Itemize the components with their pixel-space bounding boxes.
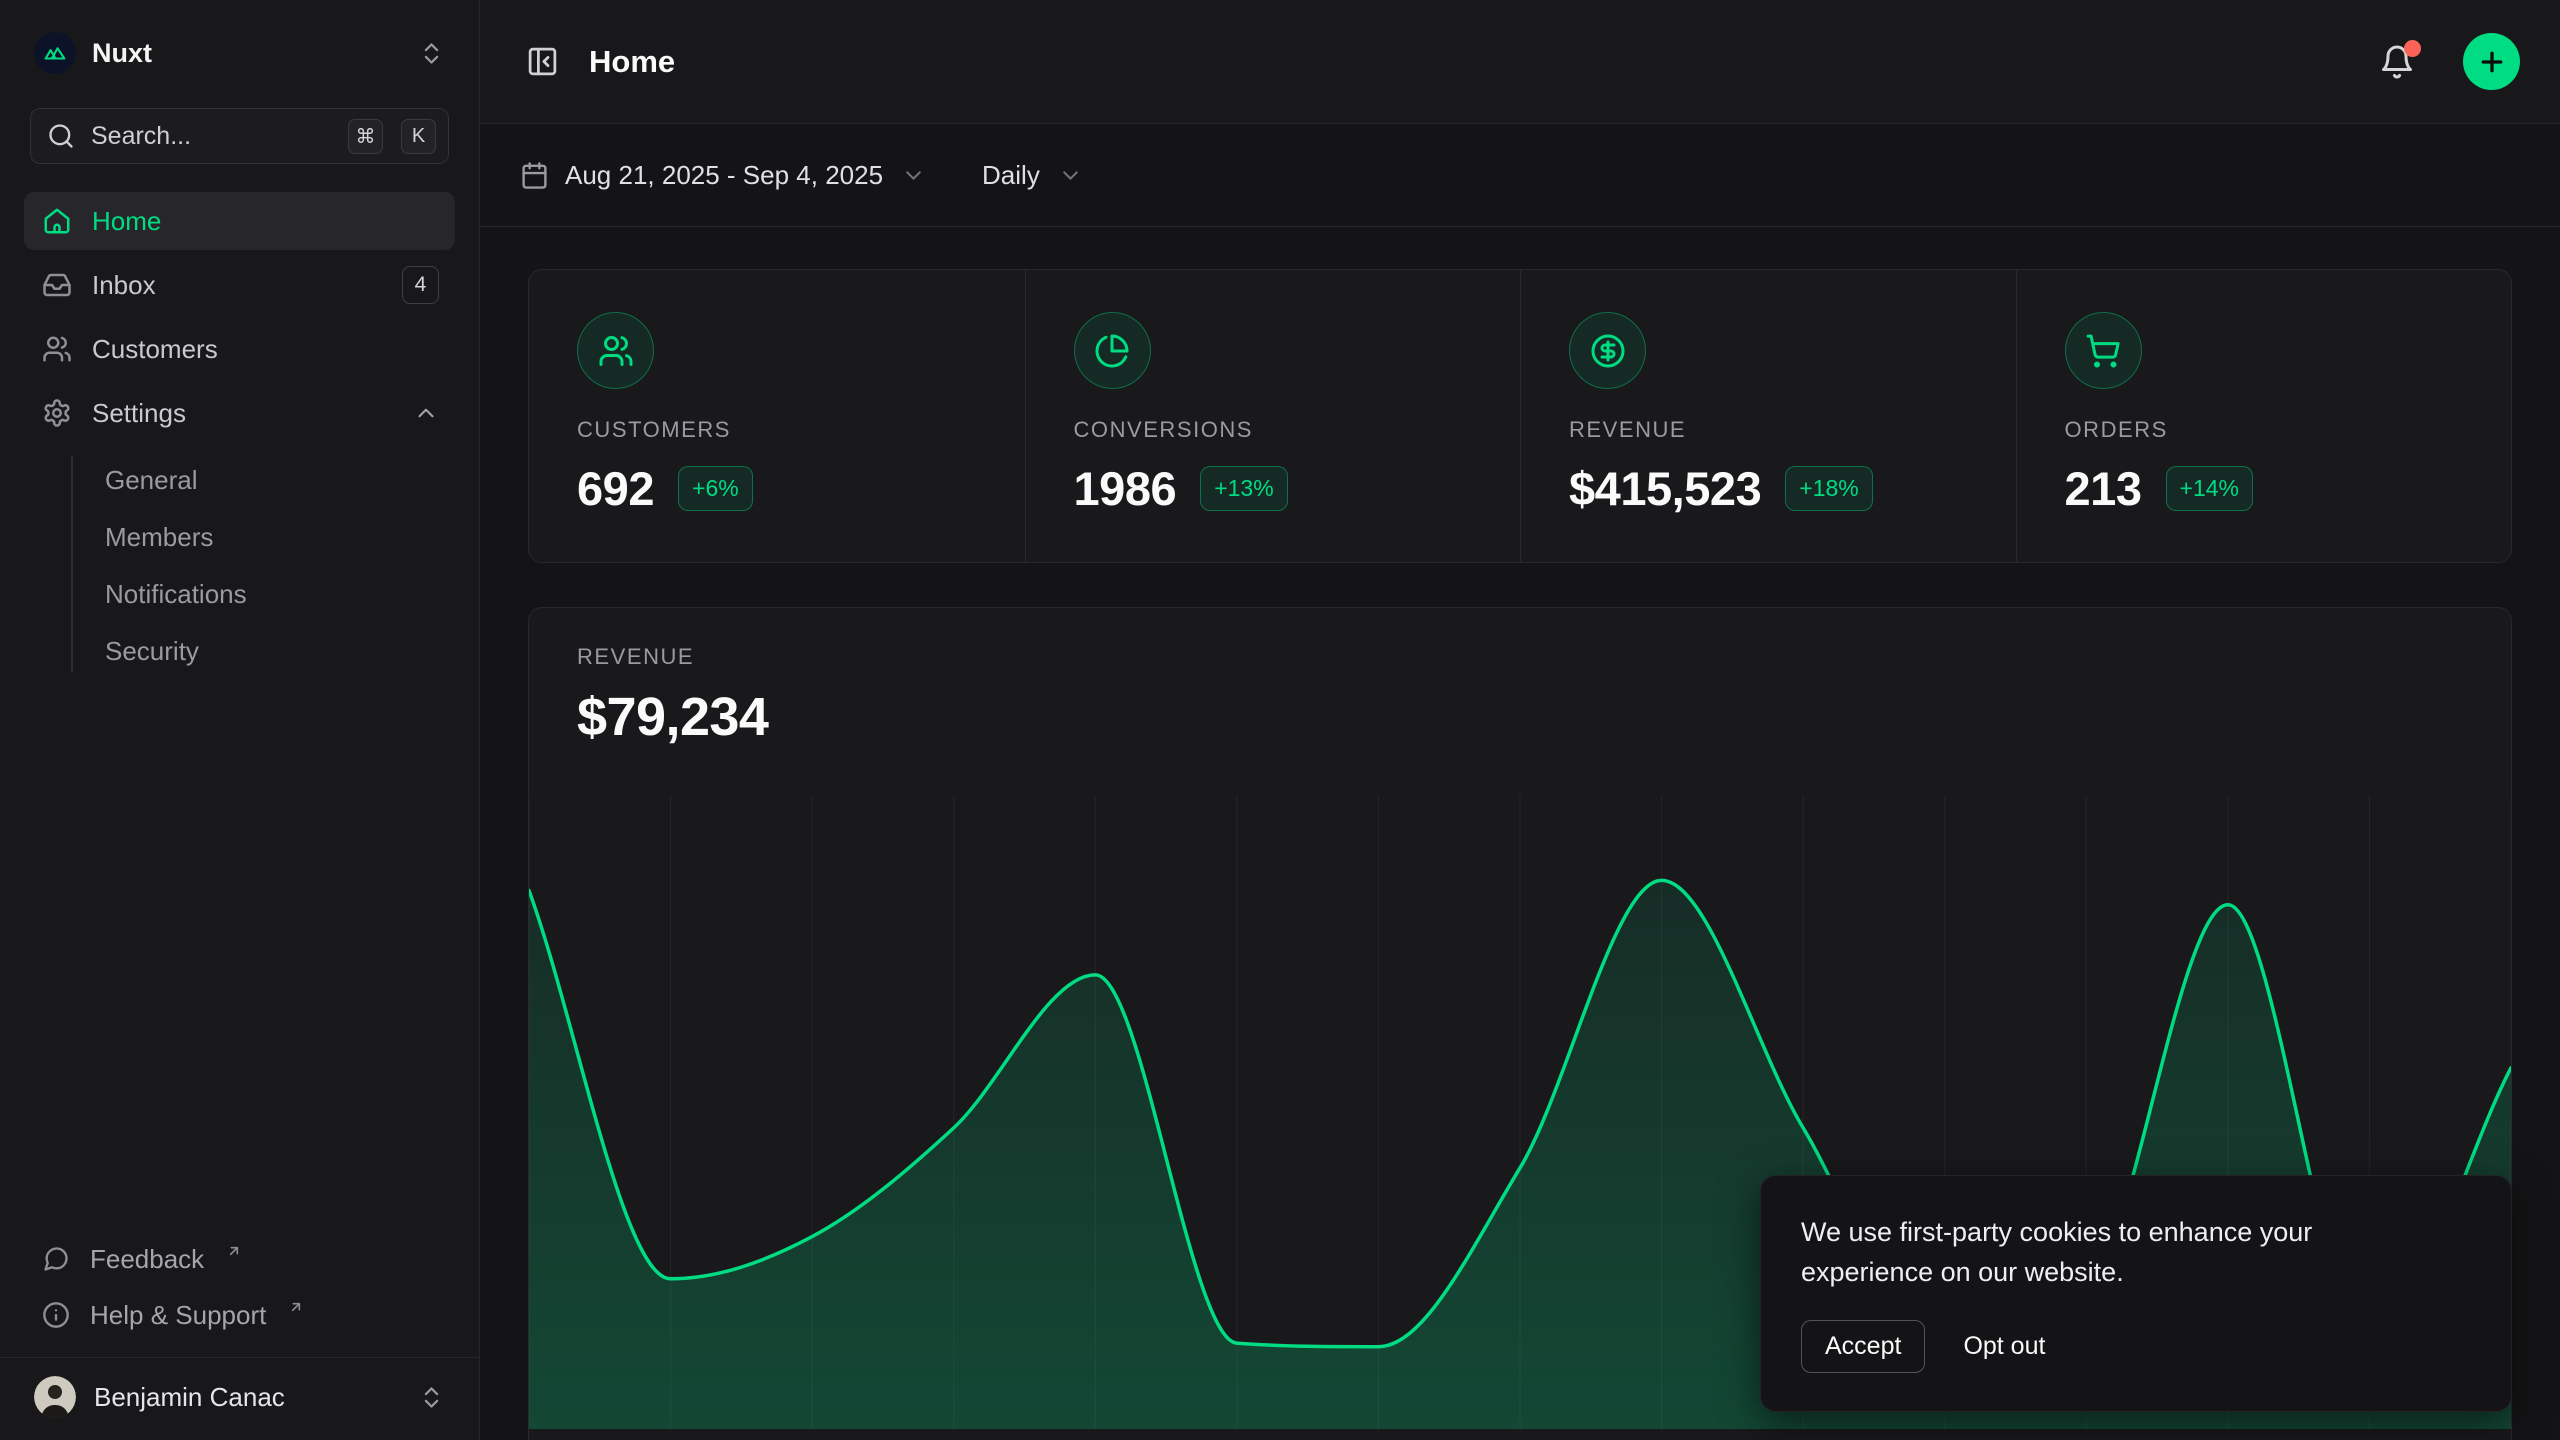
help-support-link[interactable]: Help & Support bbox=[24, 1287, 455, 1343]
inbox-count-badge: 4 bbox=[402, 266, 439, 304]
avatar bbox=[34, 1376, 76, 1418]
stat-label: CONVERSIONS bbox=[1074, 417, 1473, 443]
sidebar-item-inbox[interactable]: Inbox 4 bbox=[24, 256, 455, 314]
stat-delta-badge: +13% bbox=[1200, 466, 1287, 511]
period-label: Daily bbox=[982, 160, 1040, 191]
sidebar-item-settings[interactable]: Settings bbox=[24, 384, 455, 442]
stat-revenue: REVENUE $415,523 +18% bbox=[1520, 270, 2016, 562]
sidebar: Nuxt Search... ⌘ K Home bbox=[0, 0, 480, 1440]
calendar-icon bbox=[520, 161, 549, 190]
workspace-name: Nuxt bbox=[92, 38, 402, 69]
add-button[interactable] bbox=[2463, 33, 2520, 90]
stat-delta-badge: +6% bbox=[678, 466, 753, 511]
revenue-chart-value: $79,234 bbox=[577, 686, 2463, 748]
sidebar-item-general[interactable]: General bbox=[24, 452, 455, 509]
settings-subnav: General Members Notifications Security bbox=[24, 448, 455, 682]
chevrons-up-down-icon bbox=[418, 1384, 445, 1411]
pie-chart-icon bbox=[1074, 312, 1151, 389]
cookie-banner: We use first-party cookies to enhance yo… bbox=[1760, 1175, 2512, 1412]
collapse-sidebar-button[interactable] bbox=[520, 39, 565, 84]
help-support-label: Help & Support bbox=[90, 1300, 266, 1331]
workspace-switcher[interactable]: Nuxt bbox=[24, 24, 455, 82]
revenue-chart-label: REVENUE bbox=[577, 644, 2463, 670]
feedback-label: Feedback bbox=[90, 1244, 204, 1275]
inbox-icon bbox=[42, 270, 72, 300]
user-menu[interactable]: Benjamin Canac bbox=[24, 1358, 455, 1440]
sidebar-nav: Home Inbox 4 Customers Settings bbox=[24, 192, 455, 682]
stat-delta-badge: +18% bbox=[1785, 466, 1872, 511]
sidebar-footer: Feedback Help & Support Benjami bbox=[24, 1231, 455, 1440]
external-link-arrow-icon bbox=[226, 1243, 242, 1259]
stat-conversions: CONVERSIONS 1986 +13% bbox=[1025, 270, 1521, 562]
stats-card: CUSTOMERS 692 +6% CONVERSIONS 1986 +13% bbox=[528, 269, 2512, 563]
external-link-arrow-icon bbox=[288, 1299, 304, 1315]
sidebar-item-label: Customers bbox=[92, 334, 439, 365]
feedback-link[interactable]: Feedback bbox=[24, 1231, 455, 1287]
stat-orders: ORDERS 213 +14% bbox=[2016, 270, 2512, 562]
home-icon bbox=[42, 206, 72, 236]
opt-out-button[interactable]: Opt out bbox=[1963, 1321, 2045, 1372]
cookie-message: We use first-party cookies to enhance yo… bbox=[1801, 1212, 2441, 1292]
sidebar-item-members[interactable]: Members bbox=[24, 509, 455, 566]
user-name: Benjamin Canac bbox=[94, 1382, 400, 1413]
stat-label: ORDERS bbox=[2065, 417, 2464, 443]
stat-value: $415,523 bbox=[1569, 461, 1761, 516]
sidebar-item-home[interactable]: Home bbox=[24, 192, 455, 250]
nuxt-logo-icon bbox=[34, 32, 76, 74]
sidebar-item-label: Home bbox=[92, 206, 439, 237]
kbd-cmd: ⌘ bbox=[348, 119, 383, 154]
stat-value: 213 bbox=[2065, 461, 2142, 516]
page-title: Home bbox=[589, 44, 2349, 80]
stat-value: 1986 bbox=[1074, 461, 1177, 516]
search-placeholder: Search... bbox=[91, 122, 330, 151]
toolbar: Aug 21, 2025 - Sep 4, 2025 Daily bbox=[480, 124, 2560, 227]
gear-icon bbox=[42, 398, 72, 428]
revenue-chart-header: REVENUE $79,234 bbox=[529, 608, 2511, 748]
unread-notification-dot bbox=[2404, 40, 2421, 57]
sidebar-item-customers[interactable]: Customers bbox=[24, 320, 455, 378]
chevron-down-icon bbox=[1058, 163, 1083, 188]
stat-label: REVENUE bbox=[1569, 417, 1968, 443]
search-input[interactable]: Search... ⌘ K bbox=[30, 108, 449, 164]
shopping-cart-icon bbox=[2065, 312, 2142, 389]
users-icon bbox=[577, 312, 654, 389]
message-circle-icon bbox=[42, 1245, 70, 1273]
sidebar-item-label: Settings bbox=[92, 398, 393, 429]
topbar: Home bbox=[480, 0, 2560, 124]
chevrons-up-down-icon bbox=[418, 40, 445, 67]
kbd-k: K bbox=[401, 119, 436, 154]
period-selector[interactable]: Daily bbox=[982, 160, 1083, 191]
accept-cookies-button[interactable]: Accept bbox=[1801, 1320, 1925, 1373]
date-range-picker[interactable]: Aug 21, 2025 - Sep 4, 2025 bbox=[520, 160, 926, 191]
stat-delta-badge: +14% bbox=[2166, 466, 2253, 511]
sidebar-item-notifications[interactable]: Notifications bbox=[24, 566, 455, 623]
plus-icon bbox=[2477, 47, 2507, 77]
stat-value: 692 bbox=[577, 461, 654, 516]
stat-label: CUSTOMERS bbox=[577, 417, 977, 443]
chevron-up-icon bbox=[413, 400, 439, 426]
users-icon bbox=[42, 334, 72, 364]
chevron-down-icon bbox=[901, 163, 926, 188]
circle-dollar-icon bbox=[1569, 312, 1646, 389]
info-icon bbox=[42, 1301, 70, 1329]
sidebar-item-label: Inbox bbox=[92, 270, 382, 301]
search-icon bbox=[47, 122, 75, 150]
stat-customers: CUSTOMERS 692 +6% bbox=[529, 270, 1025, 562]
date-range-label: Aug 21, 2025 - Sep 4, 2025 bbox=[565, 160, 883, 191]
sidebar-item-security[interactable]: Security bbox=[24, 623, 455, 680]
notifications-button[interactable] bbox=[2373, 38, 2421, 86]
